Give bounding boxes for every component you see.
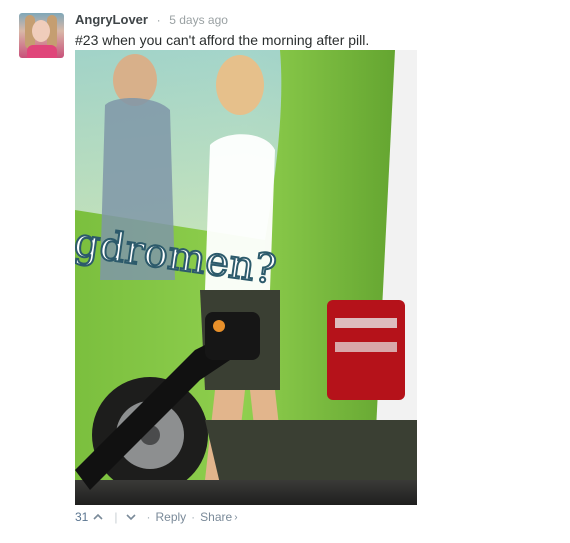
vote-count: 31 bbox=[75, 510, 89, 524]
van-photo: gdromen? bbox=[75, 50, 417, 505]
comment-message: #23 when you can't afford the morning af… bbox=[75, 32, 370, 48]
comment-timestamp[interactable]: 5 days ago bbox=[169, 13, 228, 27]
comment-footer: 31 | · Reply · Share › bbox=[75, 510, 238, 524]
chevron-up-icon[interactable] bbox=[92, 511, 104, 523]
reply-link[interactable]: Reply bbox=[155, 510, 186, 524]
avatar-face bbox=[32, 20, 50, 42]
share-arrow-icon: › bbox=[234, 511, 238, 523]
comment-image[interactable]: gdromen? bbox=[75, 50, 417, 505]
share-link[interactable]: Share bbox=[200, 510, 232, 524]
comment: AngryLover · 5 days ago #23 when you can… bbox=[0, 0, 570, 543]
user-avatar[interactable] bbox=[19, 13, 64, 58]
author-name[interactable]: AngryLover bbox=[75, 12, 148, 27]
header-separator: · bbox=[156, 13, 161, 27]
chevron-down-icon[interactable] bbox=[125, 511, 137, 523]
avatar-clothing bbox=[27, 45, 57, 58]
footer-dot: · bbox=[191, 510, 196, 524]
comment-header: AngryLover · 5 days ago bbox=[75, 12, 228, 27]
footer-dot: · bbox=[146, 510, 151, 524]
vote-divider: | bbox=[114, 510, 118, 524]
